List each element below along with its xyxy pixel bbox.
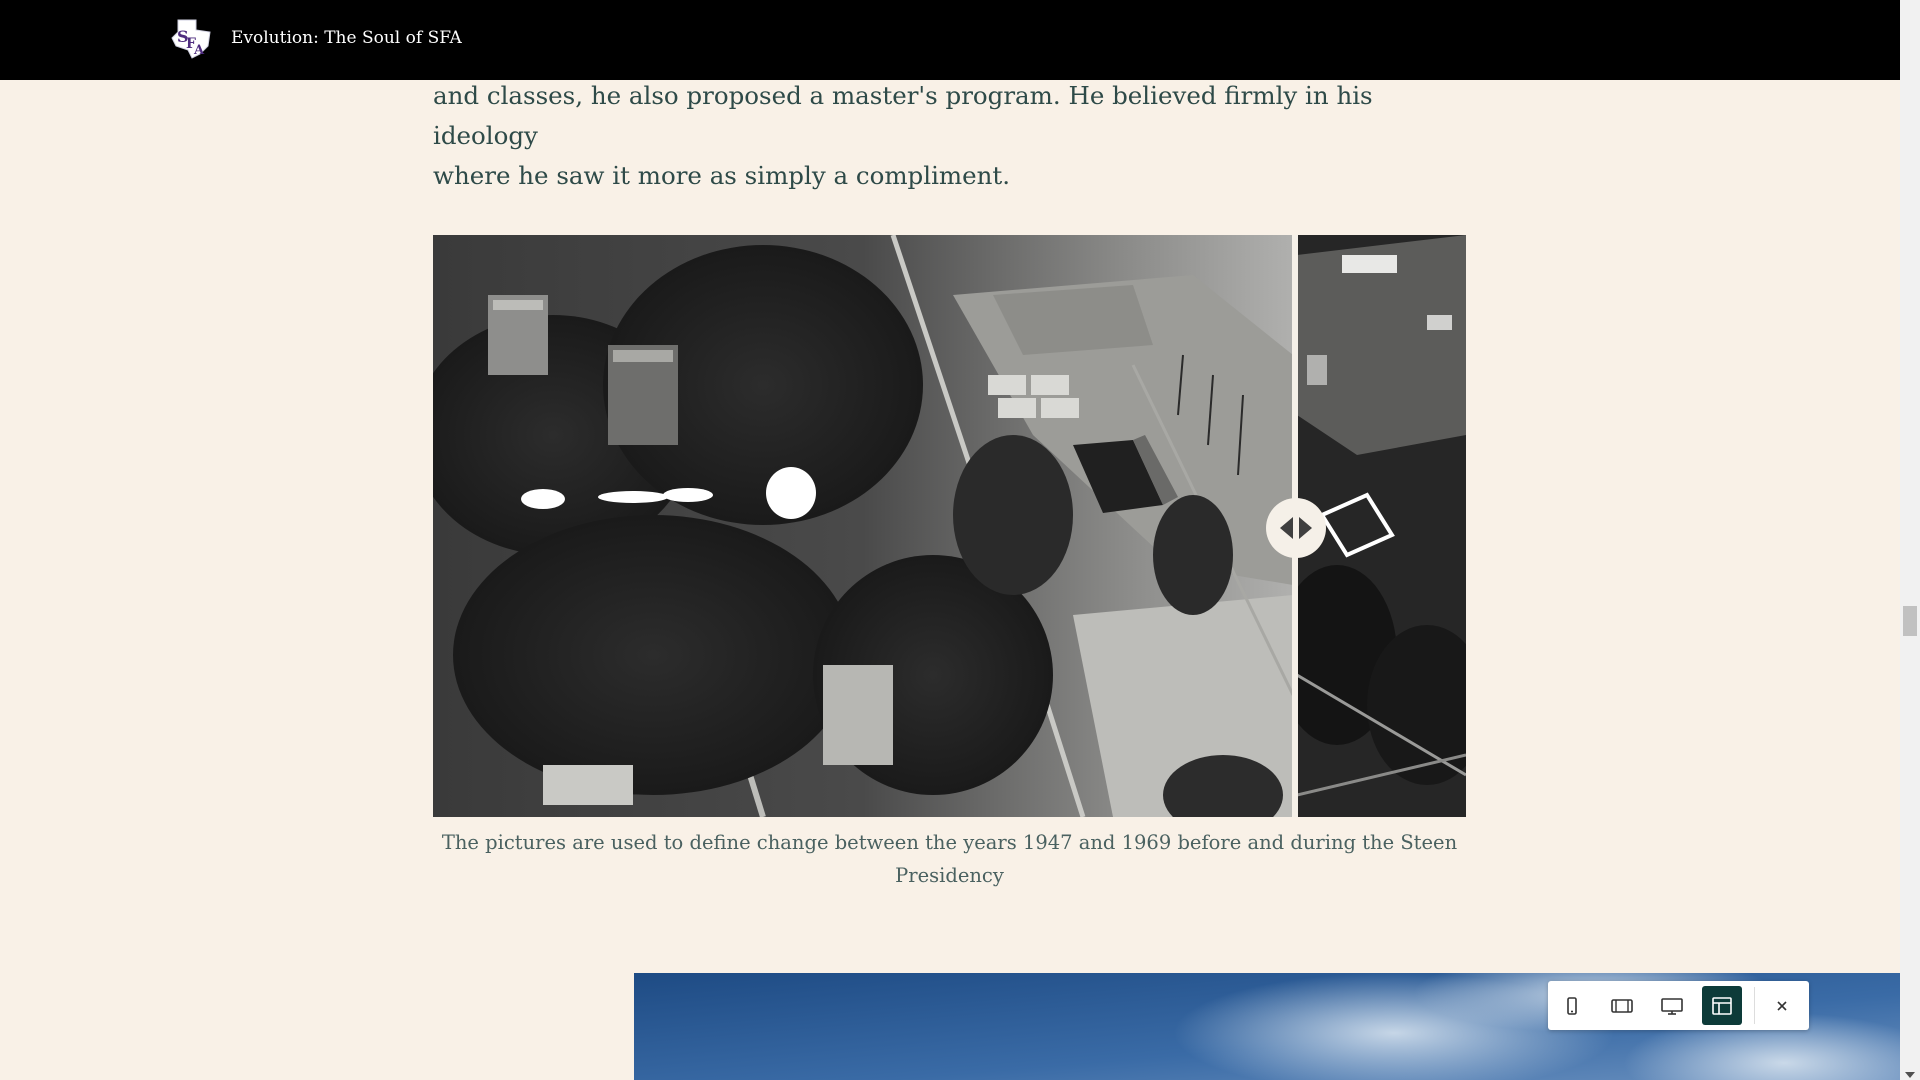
layout-icon [1712, 996, 1732, 1015]
phone-icon [1567, 996, 1577, 1015]
mobile-view-button[interactable] [1552, 986, 1592, 1025]
close-button[interactable] [1762, 986, 1802, 1025]
svg-text:A: A [193, 43, 205, 58]
image-comparison-slider[interactable] [433, 235, 1466, 817]
page-scrollbar[interactable] [1900, 0, 1920, 1080]
top-navbar: S F A Evolution: The Soul of SFA [0, 0, 1900, 80]
monitor-icon [1661, 997, 1683, 1015]
article-paragraph: and classes, he also proposed a master's… [433, 76, 1466, 196]
tablet-view-button[interactable] [1602, 986, 1642, 1025]
image-caption: The pictures are used to define change b… [441, 831, 1458, 887]
scroll-down-arrow-icon[interactable] [1905, 1072, 1915, 1078]
paragraph-line: and classes, he also proposed a master's… [433, 81, 1373, 150]
desktop-view-button[interactable] [1652, 986, 1692, 1025]
site-title[interactable]: Evolution: The Soul of SFA [231, 27, 462, 49]
scrollbar-thumb[interactable] [1903, 606, 1917, 636]
toolbar-separator [1754, 987, 1755, 1024]
paragraph-line: where he saw it more as simply a complim… [433, 161, 1011, 190]
left-right-arrows-icon[interactable] [1266, 498, 1326, 558]
view-mode-toolbar [1548, 981, 1809, 1030]
tablet-icon [1611, 998, 1633, 1013]
full-width-view-button[interactable] [1702, 986, 1742, 1025]
arrow-left-icon [1280, 517, 1293, 539]
aerial-photo-1947 [433, 235, 1293, 817]
close-icon [1777, 1000, 1787, 1011]
sfa-logo-icon[interactable]: S F A [168, 16, 214, 60]
arrow-right-icon [1299, 517, 1312, 539]
